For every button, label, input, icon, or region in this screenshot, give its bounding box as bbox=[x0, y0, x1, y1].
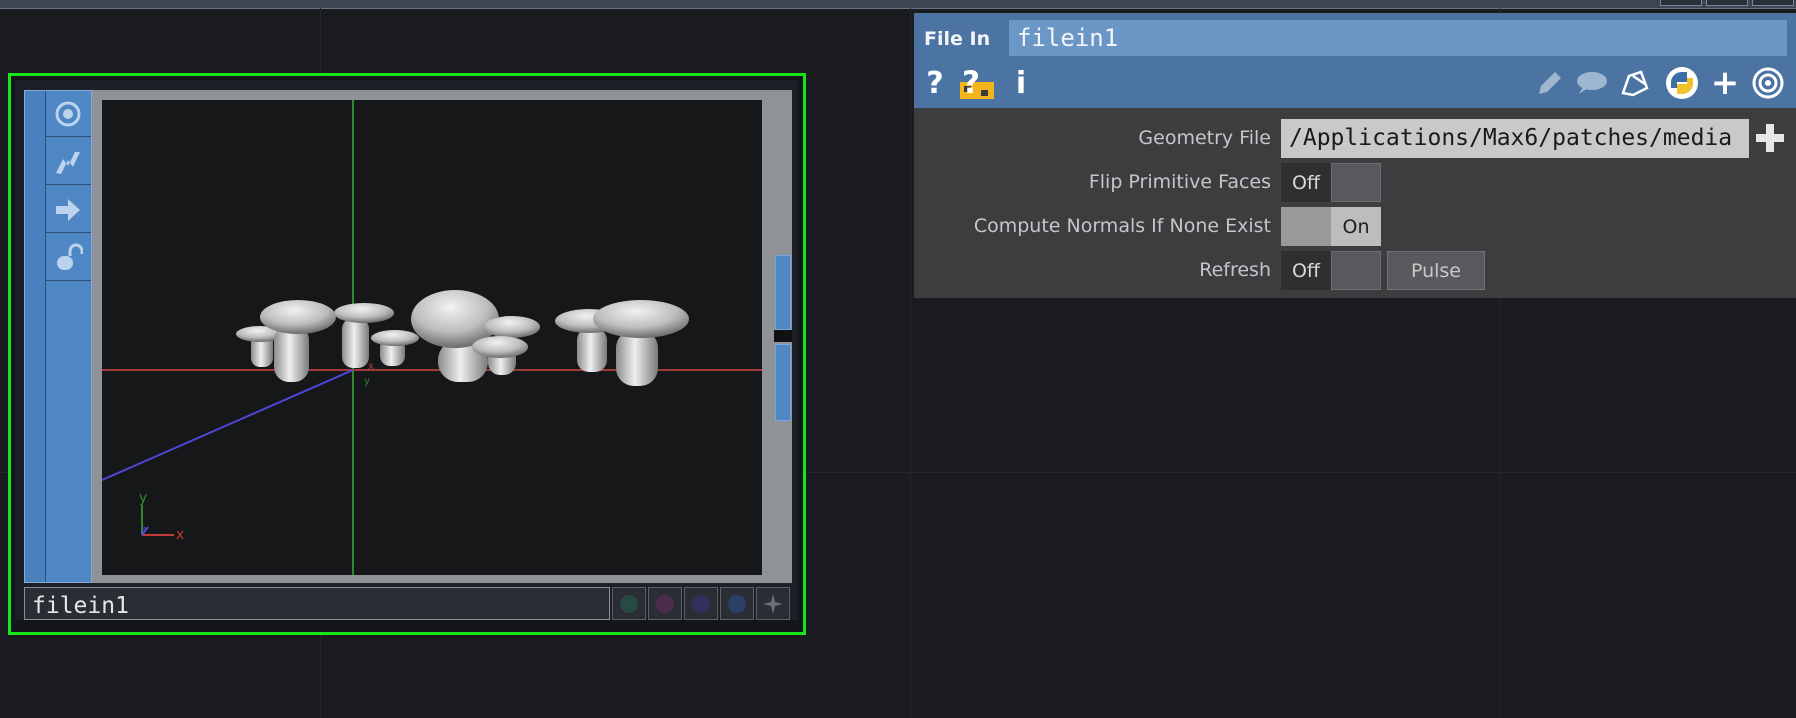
axis-gizmo: y x z bbox=[139, 490, 184, 543]
flip-faces-state: Off bbox=[1281, 163, 1331, 202]
node-name: filein1 bbox=[32, 593, 129, 619]
compute-normals-state: On bbox=[1331, 207, 1381, 246]
edit-icon[interactable] bbox=[1534, 66, 1566, 100]
info-icon[interactable]: i bbox=[1008, 66, 1034, 101]
browse-file-icon[interactable] bbox=[1754, 122, 1786, 154]
lock-icon[interactable] bbox=[45, 235, 91, 281]
flag-button-green[interactable] bbox=[612, 587, 646, 620]
operator-name-field[interactable]: filein1 bbox=[1009, 20, 1787, 56]
help-icon[interactable]: ? bbox=[922, 66, 948, 101]
cook-icon[interactable] bbox=[45, 139, 91, 185]
gizmo-x-label: x bbox=[176, 527, 184, 543]
origin-y-label: y bbox=[364, 376, 370, 387]
z-axis-line bbox=[102, 369, 354, 481]
toggle-switch-half bbox=[1331, 163, 1381, 202]
python-icon[interactable] bbox=[1664, 66, 1700, 100]
operator-type-label: File In bbox=[924, 28, 991, 50]
add-icon[interactable]: + bbox=[1708, 63, 1742, 103]
viewer-icon[interactable] bbox=[1750, 66, 1786, 100]
flip-faces-toggle[interactable]: Off bbox=[1281, 163, 1381, 202]
node-viewer-toolbar bbox=[24, 90, 92, 583]
flag-button-violet[interactable] bbox=[684, 587, 718, 620]
refresh-state: Off bbox=[1281, 251, 1331, 290]
refresh-label: Refresh bbox=[1199, 259, 1271, 281]
pulse-button[interactable]: Pulse bbox=[1387, 251, 1485, 290]
grid-line bbox=[910, 8, 911, 718]
gizmo-y-label: y bbox=[139, 490, 147, 506]
scroll-thumb-lower[interactable] bbox=[775, 344, 791, 421]
clone-icon[interactable] bbox=[1618, 66, 1654, 100]
top-bar bbox=[0, 0, 1796, 9]
origin-x-label: x bbox=[368, 361, 374, 372]
toggle-switch-half bbox=[1331, 251, 1381, 290]
mushroom-model bbox=[236, 290, 689, 386]
flag-button-blue[interactable] bbox=[720, 587, 754, 620]
top-bar-button[interactable] bbox=[1706, 0, 1748, 6]
geometry-file-label: Geometry File bbox=[1138, 127, 1271, 149]
python-help-icon[interactable]: ? bbox=[956, 66, 996, 100]
compute-normals-label: Compute Normals If None Exist bbox=[973, 215, 1271, 237]
top-bar-button[interactable] bbox=[1660, 0, 1702, 6]
top-bar-button[interactable] bbox=[1752, 0, 1794, 6]
flag-button-purple[interactable] bbox=[648, 587, 682, 620]
svg-text:?: ? bbox=[962, 66, 980, 100]
refresh-toggle[interactable]: Off bbox=[1281, 251, 1381, 290]
node-name-bar[interactable]: filein1 bbox=[24, 587, 610, 620]
gizmo-z-label: z bbox=[141, 525, 146, 535]
node-toolbar-strip bbox=[25, 91, 46, 582]
compute-normals-toggle[interactable]: On bbox=[1281, 207, 1381, 246]
scrollbar-separator bbox=[774, 330, 792, 342]
toggle-switch-half bbox=[1281, 207, 1331, 246]
node-move-icon[interactable] bbox=[756, 587, 790, 620]
comment-icon[interactable] bbox=[1572, 66, 1610, 100]
display-flag-icon[interactable] bbox=[45, 91, 91, 137]
geometry-file-field[interactable]: /Applications/Max6/patches/media bbox=[1281, 119, 1749, 158]
scroll-thumb-upper[interactable] bbox=[775, 255, 791, 330]
arrow-right-icon[interactable] bbox=[45, 187, 91, 233]
flip-faces-label: Flip Primitive Faces bbox=[1088, 171, 1271, 193]
geometry-viewer[interactable]: x y y x z bbox=[102, 100, 762, 575]
